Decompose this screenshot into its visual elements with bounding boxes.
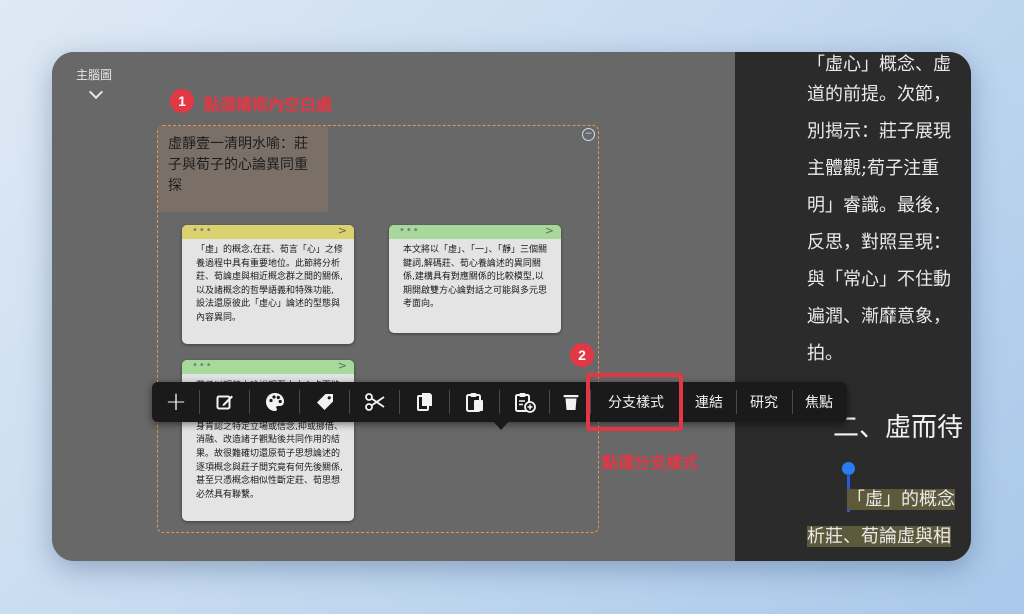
toolbar-divider: [549, 390, 550, 414]
link-button[interactable]: 連結: [684, 382, 734, 422]
reader-line: 「虛心」概念、虛: [807, 54, 951, 75]
color-palette-button[interactable]: [254, 382, 296, 422]
trash-icon: [563, 395, 579, 410]
tag-icon: [317, 394, 333, 410]
more-icon[interactable]: •••: [192, 226, 213, 236]
focus-label: 焦點: [805, 395, 833, 411]
more-icon[interactable]: •••: [399, 226, 420, 236]
clipboard-add-icon: [515, 393, 536, 413]
paste-icon: [466, 393, 483, 412]
plus-icon: +: [165, 387, 187, 417]
toolbar-divider: [736, 390, 737, 414]
step1-badge: 1: [170, 89, 194, 113]
toolbar-divider: [449, 390, 450, 414]
paste-as-child-button[interactable]: [504, 382, 546, 422]
reader-line: 遍潤、漸靡意象，: [807, 306, 951, 327]
arrow-right-icon[interactable]: >: [338, 225, 347, 237]
step2-highlight-box: [586, 373, 683, 431]
toolbar-divider: [299, 390, 300, 414]
app-window: 主腦圖 1 點選橘框內空白處 − 虛靜壹一清明水喻：莊子與荀子的心論異同重探 •…: [52, 52, 971, 561]
research-button[interactable]: 研究: [738, 382, 790, 422]
sticky-note-green-right[interactable]: ••• > 本文將以「虛」、「一」、「靜」三個關鍵詞,解碼莊、荀心養論述的異同關係…: [389, 225, 561, 333]
chevron-down-icon[interactable]: [88, 84, 104, 100]
add-node-button[interactable]: +: [156, 382, 196, 422]
toolbar-divider: [249, 390, 250, 414]
reader-line: 明」睿識。最後，: [807, 195, 951, 216]
link-label: 連結: [695, 395, 723, 411]
sticky-note-yellow[interactable]: ••• > 「虛」的概念,在莊、荀言「心」之修養過程中具有重要地位。此節將分析莊、…: [182, 225, 354, 344]
highlighted-text-line[interactable]: 「虛」的概念: [847, 485, 955, 511]
reader-line: 反思，對照呈現：: [807, 232, 951, 253]
reader-line: 道的前提。次節，: [807, 84, 951, 105]
step2-instruction: 點選分支樣式: [602, 453, 699, 472]
paste-button[interactable]: [454, 382, 496, 422]
toolbar-divider: [499, 390, 500, 414]
note-text: 本文將以「虛」、「一」、「靜」三個關鍵詞,解碼莊、荀心養論述的異同關係,建構具有…: [403, 245, 548, 310]
palette-icon: [266, 393, 284, 411]
reader-line: 主體觀;荀子注重: [807, 158, 940, 179]
arrow-right-icon[interactable]: >: [338, 360, 347, 372]
note-text: 「虛」的概念,在莊、荀言「心」之修養過程中具有重要地位。此節將分析莊、荀論虛與相…: [196, 245, 343, 323]
edit-icon: [216, 395, 233, 410]
more-icon[interactable]: •••: [192, 361, 213, 371]
research-label: 研究: [750, 395, 778, 411]
section-heading: 二、虛而待: [833, 413, 964, 443]
reader-panel[interactable]: 「虛心」概念、虛 道的前提。次節， 別揭示：莊子展現 主體觀;荀子注重 明」睿識…: [735, 52, 971, 561]
arrow-right-icon[interactable]: >: [545, 225, 554, 237]
mindmap-canvas[interactable]: 主腦圖 1 點選橘框內空白處 − 虛靜壹一清明水喻：莊子與荀子的心論異同重探 •…: [52, 52, 735, 561]
delete-button[interactable]: [554, 382, 588, 422]
collapse-icon[interactable]: −: [582, 128, 595, 141]
mindmap-label[interactable]: 主腦圖: [76, 66, 112, 83]
reader-line: 與「常心」不住動: [807, 269, 951, 290]
cut-button[interactable]: [354, 382, 396, 422]
tag-button[interactable]: [304, 382, 346, 422]
toolbar-divider: [349, 390, 350, 414]
toolbar-divider: [792, 390, 793, 414]
step2-badge: 2: [570, 343, 594, 367]
scissors-icon: [365, 393, 385, 411]
reader-line: 別揭示：莊子展現: [807, 121, 951, 142]
focus-button[interactable]: 焦點: [794, 382, 844, 422]
edit-button[interactable]: [204, 382, 246, 422]
toolbar-divider: [199, 390, 200, 414]
toolbar-divider: [399, 390, 400, 414]
boundary-frame[interactable]: − 虛靜壹一清明水喻：莊子與荀子的心論異同重探 ••• > 「虛」的概念,在莊、荀…: [157, 125, 599, 533]
context-toolbar: + 分支樣式 連結 研究 焦點: [152, 382, 847, 430]
highlighted-text-line[interactable]: 析莊、荀論虛與相: [807, 522, 951, 548]
copy-icon: [417, 393, 432, 411]
copy-button[interactable]: [404, 382, 446, 422]
reader-line: 拍。: [807, 343, 843, 364]
step1-instruction: 點選橘框內空白處: [204, 95, 333, 114]
frame-title-topic[interactable]: 虛靜壹一清明水喻：莊子與荀子的心論異同重探: [158, 126, 328, 212]
